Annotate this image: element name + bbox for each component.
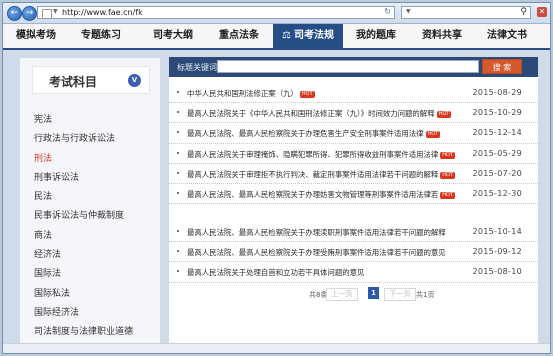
nav-item-regulations[interactable]: ⚖ 司考法规 [273, 24, 343, 48]
hot-badge: HOT [425, 131, 441, 139]
regulation-panel: 标题关键词： 搜 索 中华人民共和国刑法修正案（九） HOT 2015-08-29… [169, 57, 538, 345]
regulation-title-link[interactable]: 最高人民法院关于《中华人民共和国刑法修正案（九）》时间效力问题的解释 HOT [187, 108, 452, 119]
list-item: 最高人民法院、最高人民检察院关于办理危害生产安全刑事案件适用法律 HOT 2015… [169, 123, 538, 144]
regulation-title-link[interactable]: 最高人民法院关于审理拒不执行判决、裁定刑事案件适用法律若干问题的解释 HOT [187, 169, 456, 180]
sidebar-item-criminal-procedure[interactable]: 刑事诉讼法 [20, 169, 162, 188]
sidebar-item-international-economic-law[interactable]: 国际经济法 [20, 304, 162, 323]
prev-page-button[interactable]: 上一页 [326, 288, 358, 301]
search-input[interactable] [217, 60, 479, 73]
list-item: 最高人民法院关于处理自首和立功若干具体问题的意见 2015-08-10 [169, 262, 538, 283]
sidebar-item-commercial-law[interactable]: 商法 [20, 227, 162, 246]
regulation-title-link[interactable]: 最高人民法院、最高人民检察院关于办理受贿刑事案件适用法律若干问题的意见 [187, 247, 446, 258]
regulation-title-link[interactable]: 最高人民法院、最高人民检察院关于办理渎职刑事案件适用法律若干问题的解释 [187, 227, 446, 238]
main-nav: 模拟考场 专题练习 司考大纲 重点法条 ⚖ 司考法规 我的题库 资料共享 法律文书 [3, 24, 550, 50]
bullet-icon [177, 131, 179, 134]
browser-window: ← → ▼ http://www.fae.cn/fk ↻ ▼ ⚲ ✕ 模拟考场 … [2, 2, 551, 354]
regulation-date: 2015-09-12 [472, 247, 522, 257]
regulation-date: 2015-10-29 [472, 108, 522, 118]
nav-item-topic-practice[interactable]: 专题练习 [61, 24, 141, 48]
search-icon[interactable]: ⚲ [520, 7, 527, 17]
browser-toolbar: ← → ▼ http://www.fae.cn/fk ↻ ▼ ⚲ ✕ [3, 3, 550, 24]
bullet-icon [177, 270, 179, 273]
bullet-icon [177, 171, 179, 174]
bullet-icon [177, 191, 179, 194]
list-item: 中华人民共和国刑法修正案（九） HOT 2015-08-29 [169, 83, 538, 104]
bullet-icon [177, 111, 179, 114]
sidebar-item-administrative-law[interactable]: 行政法与行政诉讼法 [20, 130, 162, 149]
address-bar[interactable]: ▼ http://www.fae.cn/fk ↻ [37, 6, 395, 19]
bullet-icon [177, 230, 179, 232]
chevron-down-icon: ▼ [53, 8, 58, 15]
chevron-badge-icon[interactable]: V [128, 74, 141, 87]
forward-arrow-icon[interactable]: → [22, 6, 37, 21]
regulation-date: 2015-12-14 [472, 128, 522, 138]
nav-item-key-articles[interactable]: 重点法条 [205, 24, 273, 48]
page-icon [42, 9, 52, 19]
pagination-pages: 共1页 [416, 291, 435, 299]
sidebar-item-civil-law[interactable]: 民法 [20, 188, 162, 207]
list-item: 最高人民法院、最高人民检察院关于办理受贿刑事案件适用法律若干问题的意见 2015… [169, 242, 538, 263]
sidebar-item-international-law[interactable]: 国际法 [20, 265, 162, 284]
regulation-title-link[interactable]: 最高人民法院、最高人民检察院关于办理妨害文物管理等刑事案件适用法律若 HOT [187, 189, 456, 200]
content-area: 考试科目 V 宪法 行政法与行政诉讼法 刑法 刑事诉讼法 民法 民事诉讼法与仲裁… [3, 50, 550, 353]
regulation-title-link[interactable]: 最高人民法院关于审理掩饰、隐瞒犯罪所得、犯罪所得收益刑事案件适用法律 HOT [187, 149, 456, 160]
regulation-list: 最高人民法院、最高人民检察院关于办理渎职刑事案件适用法律若干问题的解释 2015… [169, 222, 538, 283]
regulation-title-link[interactable]: 最高人民法院、最高人民检察院关于办理危害生产安全刑事案件适用法律 HOT [187, 128, 441, 139]
list-item: 最高人民法院、最高人民检察院关于办理妨害文物管理等刑事案件适用法律若 HOT 20… [169, 184, 538, 205]
regulation-date: 2015-08-29 [472, 88, 522, 97]
status-bar [3, 343, 550, 353]
hot-badge: HOT [440, 191, 456, 199]
hot-regulation-list: 中华人民共和国刑法修正案（九） HOT 2015-08-29 最高人民法院关于《中… [169, 83, 538, 205]
bullet-icon [177, 151, 179, 154]
regulation-date: 2015-05-29 [472, 148, 522, 158]
sidebar-item-constitution[interactable]: 宪法 [20, 111, 162, 130]
scales-icon: ⚖ [282, 30, 291, 41]
sidebar-item-private-international-law[interactable]: 国际私法 [20, 285, 162, 304]
search-bar: 标题关键词： 搜 索 [169, 57, 538, 77]
current-page-button[interactable]: 1 [368, 287, 379, 299]
sidebar-header: 考试科目 V [32, 66, 150, 94]
hot-badge: HOT [436, 111, 452, 119]
bullet-icon [177, 250, 179, 253]
nav-item-resources[interactable]: 资料共享 [409, 24, 475, 48]
sidebar-item-economic-law[interactable]: 经济法 [20, 246, 162, 265]
browser-search-box[interactable]: ▼ ⚲ [401, 6, 531, 19]
hot-badge: HOT [440, 151, 456, 159]
next-page-button[interactable]: 下一页 [384, 288, 416, 301]
hot-badge: HOT [299, 91, 315, 98]
nav-item-legal-docs[interactable]: 法律文书 [475, 24, 539, 48]
regulation-date: 2015-07-20 [472, 168, 522, 178]
url-text: http://www.fae.cn/fk [62, 8, 143, 17]
list-item: 最高人民法院关于审理掩饰、隐瞒犯罪所得、犯罪所得收益刑事案件适用法律 HOT 20… [169, 144, 538, 164]
sidebar-title: 考试科目 [49, 75, 98, 89]
regulation-date: 2015-12-30 [472, 188, 522, 198]
nav-item-my-questions[interactable]: 我的题库 [343, 24, 409, 48]
regulation-title-link[interactable]: 最高人民法院关于处理自首和立功若干具体问题的意见 [187, 267, 364, 278]
regulation-date: 2015-10-14 [472, 227, 522, 236]
regulation-title-link[interactable]: 中华人民共和国刑法修正案（九） HOT [187, 88, 315, 99]
sidebar-item-judicial-system[interactable]: 司法制度与法律职业道德 [20, 323, 162, 342]
pagination: 共8条 上一页 1 下一页 共1页 [169, 287, 538, 301]
subject-sidebar: 考试科目 V 宪法 行政法与行政诉讼法 刑法 刑事诉讼法 民法 民事诉讼法与仲裁… [19, 57, 161, 345]
hot-badge: HOT [440, 171, 456, 179]
back-arrow-icon[interactable]: ← [7, 6, 22, 21]
regulation-date: 2015-08-10 [472, 267, 522, 277]
list-item: 最高人民法院关于审理拒不执行判决、裁定刑事案件适用法律若干问题的解释 HOT 20… [169, 164, 538, 184]
sidebar-item-criminal-law[interactable]: 刑法 [20, 150, 162, 169]
refresh-icon[interactable]: ↻ [384, 7, 391, 16]
list-item: 最高人民法院、最高人民检察院关于办理渎职刑事案件适用法律若干问题的解释 2015… [169, 222, 538, 243]
nav-item-syllabus[interactable]: 司考大纲 [141, 24, 205, 48]
search-button[interactable]: 搜 索 [482, 59, 522, 74]
close-icon[interactable]: ✕ [537, 7, 547, 17]
pagination-total: 共8条 [309, 291, 328, 299]
sidebar-item-civil-procedure[interactable]: 民事诉讼法与仲裁制度 [20, 207, 162, 226]
list-item: 最高人民法院关于《中华人民共和国刑法修正案（九）》时间效力问题的解释 HOT 20… [169, 103, 538, 124]
subject-list: 宪法 行政法与行政诉讼法 刑法 刑事诉讼法 民法 民事诉讼法与仲裁制度 商法 经… [20, 111, 162, 343]
chevron-down-icon: ▼ [406, 8, 411, 15]
bullet-icon [177, 91, 179, 93]
nav-item-exam-room[interactable]: 模拟考场 [11, 24, 61, 48]
